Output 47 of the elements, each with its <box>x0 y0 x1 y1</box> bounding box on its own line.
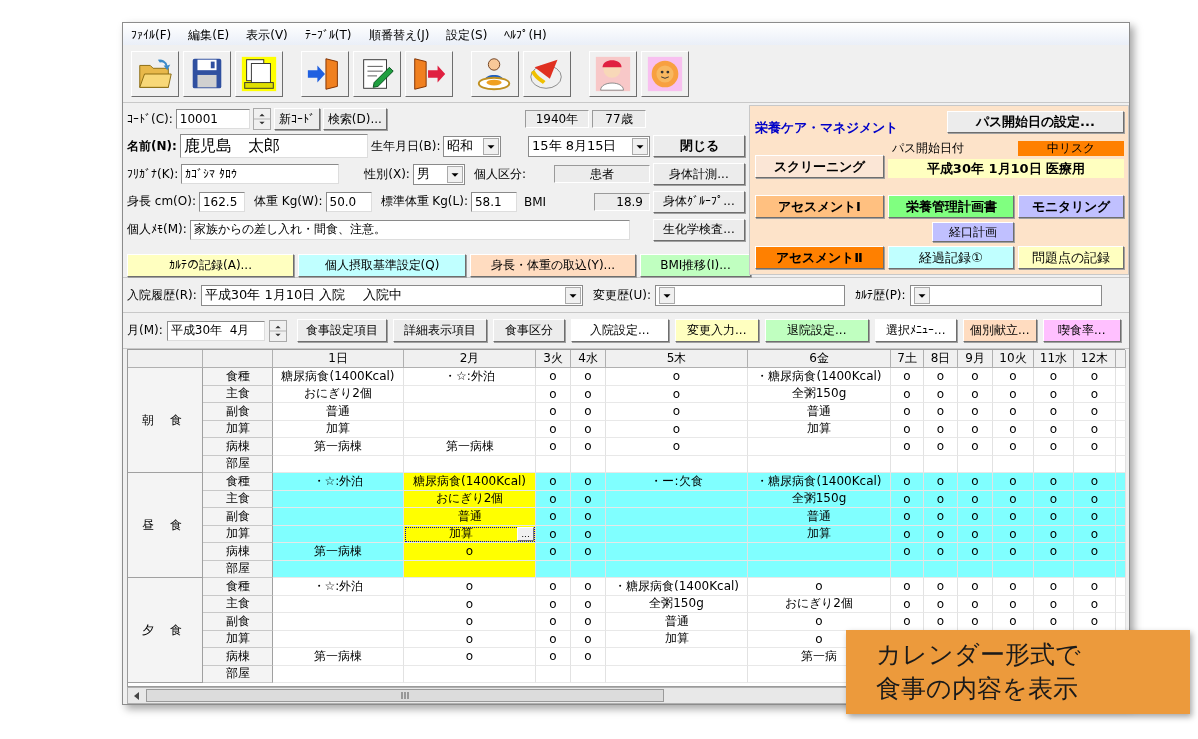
column-header: 12木 <box>1074 350 1116 368</box>
field-label: 個人ﾒﾓ(M): <box>127 221 187 238</box>
field-label: 変更歴(U): <box>592 286 651 304</box>
field-label: 生年月日(B): <box>370 137 441 155</box>
row-header: 病棟 <box>203 438 273 456</box>
care-title: 栄養ケア・マネジメント <box>755 119 898 137</box>
column-header: 10火 <box>993 350 1034 368</box>
field-label: ｶﾙﾃ歴(P): <box>854 286 906 304</box>
row-header: 食種 <box>203 578 273 596</box>
row-header: 食種 <box>203 473 273 491</box>
column-header: 11水 <box>1034 350 1074 368</box>
field-label: 個人区分: <box>473 165 526 183</box>
field-label: ｺｰﾄﾞ(C): <box>127 112 173 126</box>
category-display: 患者 <box>554 165 650 184</box>
row-header: 副食 <box>203 403 273 421</box>
meal-header: 昼 食 <box>128 473 203 578</box>
column-header: 6金 <box>748 350 891 368</box>
row-header: 副食 <box>203 508 273 526</box>
row-header: 副食 <box>203 613 273 631</box>
meal-header: 夕 食 <box>128 578 203 683</box>
field-label: 性別(X): <box>364 165 410 183</box>
age-display: 77歳 <box>592 110 646 128</box>
path-date-label: パス開始日付 <box>892 140 964 157</box>
bmi-display: 18.9 <box>594 192 650 211</box>
field-label: 標準体重 Kg(L): <box>380 193 468 210</box>
risk-badge: 中リスク <box>1018 141 1124 156</box>
birth-year-display: 1940年 <box>525 110 589 128</box>
path-date-display: 平成30年 1月10日 医療用 <box>888 159 1124 178</box>
column-header: 1日 <box>273 350 404 368</box>
field-label: ﾌﾘｶﾞﾅ(K): <box>127 167 179 182</box>
row-header: 食種 <box>203 368 273 386</box>
field-label: 身長 cm(O): <box>127 193 196 210</box>
column-header: 2月 <box>404 350 536 368</box>
row-header: 病棟 <box>203 648 273 666</box>
field-label: 月(M): <box>127 322 163 339</box>
column-header: 7土 <box>891 350 924 368</box>
column-header: 9月 <box>958 350 993 368</box>
field-label: 体重 Kg(W): <box>253 193 323 210</box>
column-header: 4水 <box>571 350 606 368</box>
column-header: 5木 <box>606 350 748 368</box>
meal-header: 朝 食 <box>128 368 203 473</box>
row-header: 病棟 <box>203 543 273 561</box>
field-label: 名前(N): <box>127 137 177 155</box>
field-label: 入院履歴(R): <box>127 286 197 304</box>
column-header: 8日 <box>924 350 958 368</box>
field-label: BMI <box>523 194 547 209</box>
column-header: 3火 <box>536 350 571 368</box>
